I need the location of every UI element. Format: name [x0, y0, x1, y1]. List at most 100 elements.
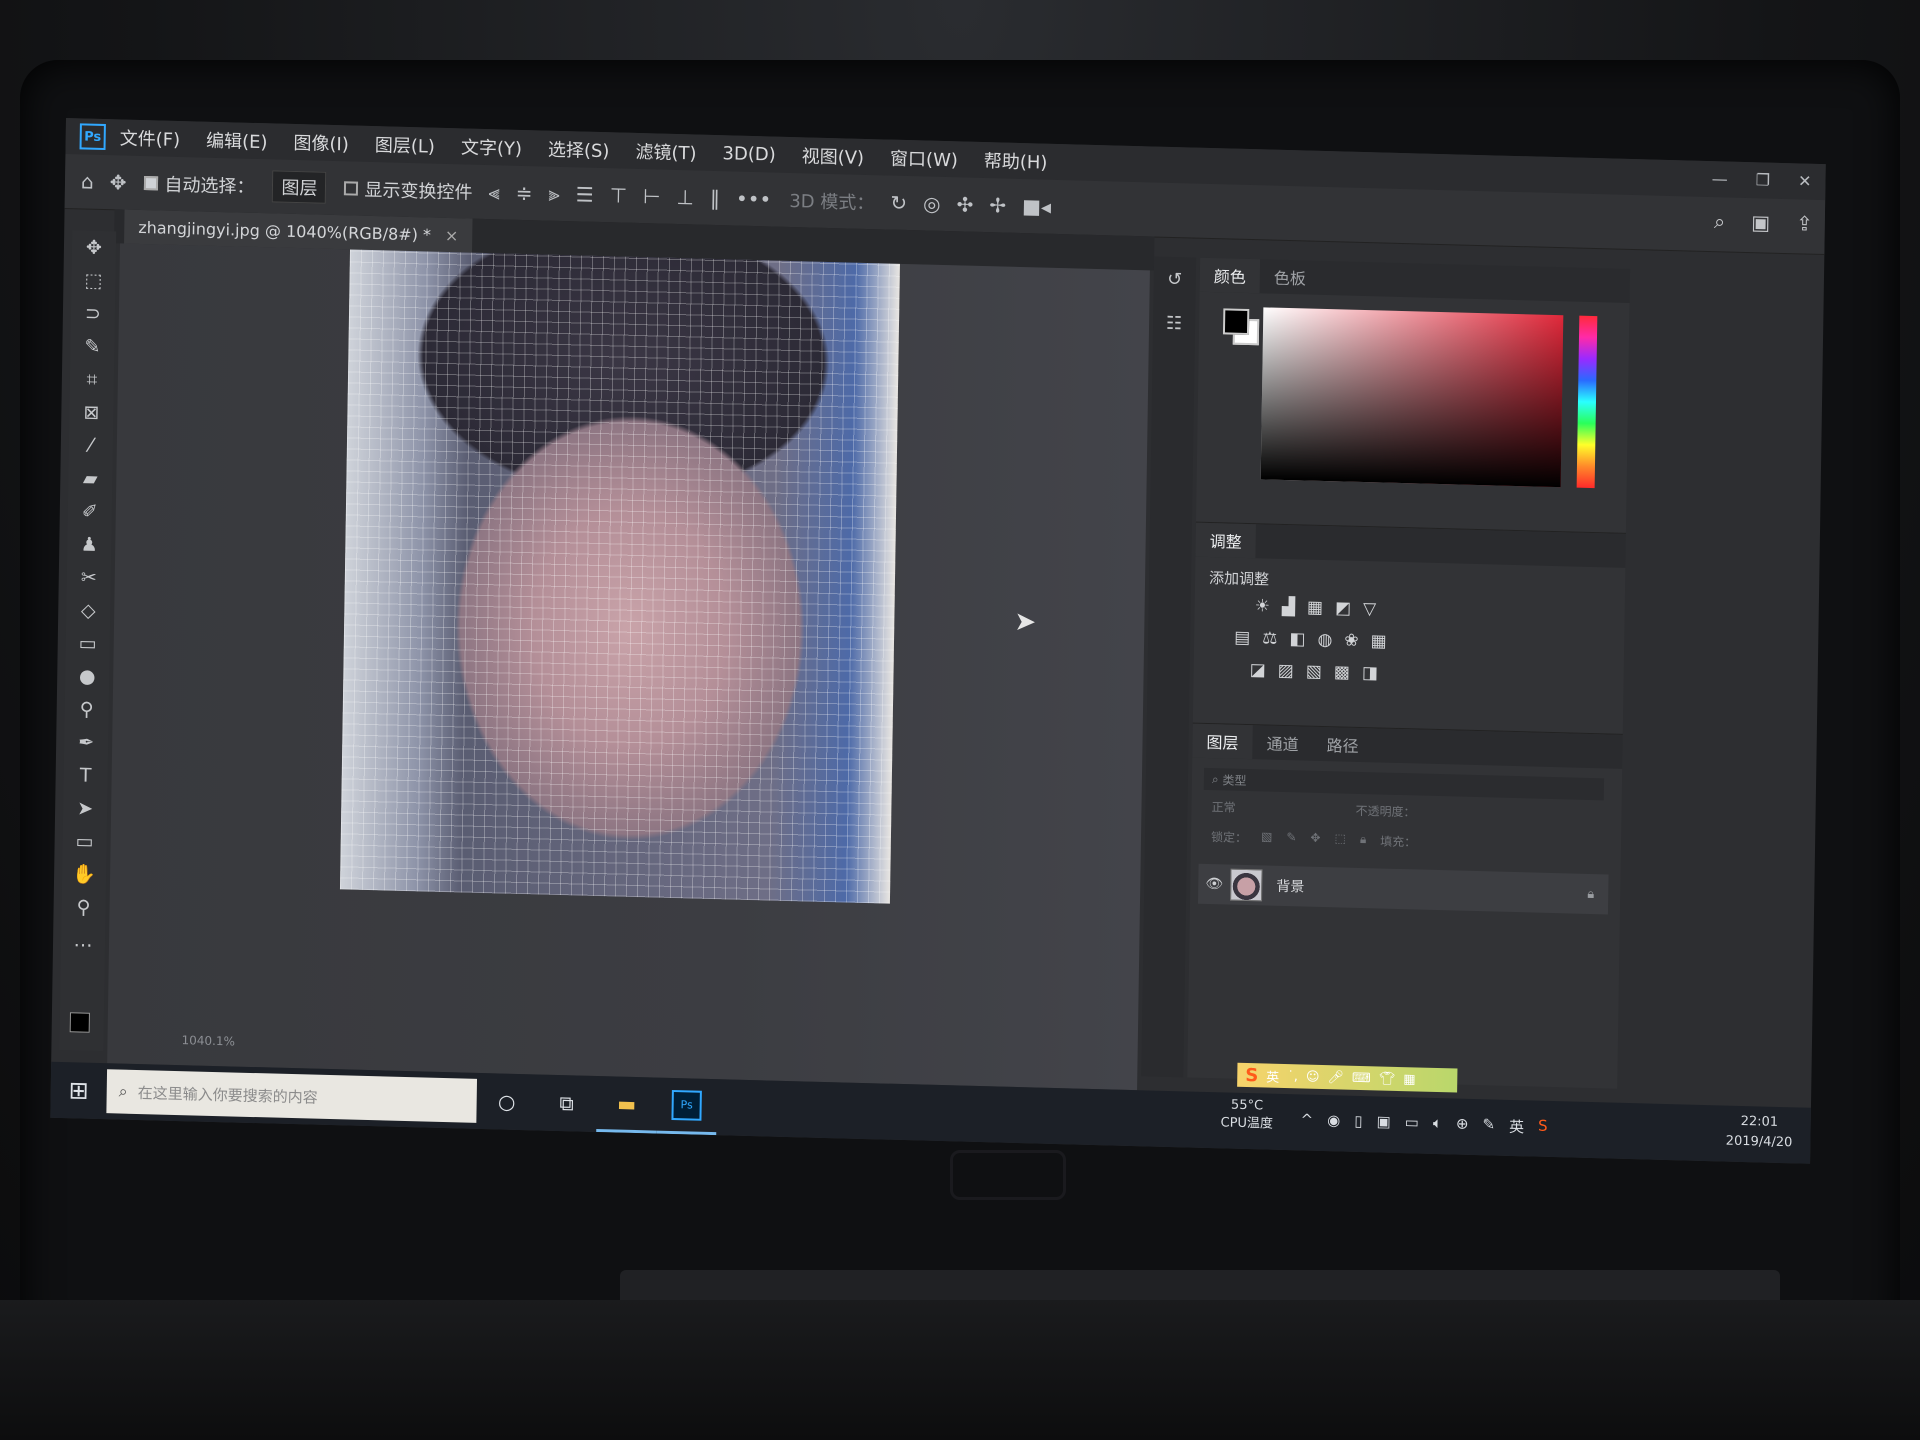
ime-skin-icon[interactable]: 👕︎	[1379, 1071, 1396, 1086]
roll-3d-icon[interactable]: ◎	[923, 191, 941, 215]
auto-select-option[interactable]: 自动选择：	[144, 170, 255, 199]
tab-color[interactable]: 颜色	[1199, 257, 1261, 294]
gradient-map-icon[interactable]: ▩	[1334, 662, 1350, 682]
start-windows-icon[interactable]: ⊞	[50, 1062, 107, 1119]
vibrance-icon[interactable]: ▽	[1363, 599, 1376, 619]
lasso-icon[interactable]: ⊃	[71, 296, 116, 330]
cortana-icon[interactable]: ○	[476, 1073, 537, 1131]
display-tray-icon[interactable]: ▣	[1376, 1112, 1390, 1133]
network-tray-icon[interactable]: ⊕	[1456, 1115, 1469, 1136]
blur-icon[interactable]: ●	[65, 659, 110, 693]
invert-icon[interactable]: ◪	[1250, 660, 1266, 680]
close-icon[interactable]: ✕	[1798, 171, 1812, 190]
menu-3d[interactable]: 3D(D)	[722, 143, 776, 165]
crop-icon[interactable]: ⌗	[70, 362, 115, 396]
color-balance-icon[interactable]: ⚖	[1262, 628, 1278, 648]
menu-select[interactable]: 选择(S)	[548, 136, 610, 164]
blend-mode-dropdown[interactable]: 正常	[1211, 798, 1235, 821]
close-document-icon[interactable]: ×	[445, 225, 459, 244]
dodge-icon[interactable]: ⚲	[64, 692, 109, 726]
usb-tray-icon[interactable]: ▯	[1354, 1112, 1363, 1133]
ime-keyboard-icon[interactable]: ⌨	[1352, 1070, 1371, 1085]
menu-layer[interactable]: 图层(L)	[375, 131, 435, 159]
layer-filter-input[interactable]: ⌕ 类型	[1203, 767, 1605, 801]
tab-paths[interactable]: 路径	[1312, 727, 1373, 763]
menu-view[interactable]: 视图(V)	[801, 142, 865, 170]
visibility-eye-icon[interactable]: 👁︎	[1198, 876, 1230, 893]
canvas-area[interactable]: ➤	[107, 243, 1150, 1091]
menu-image[interactable]: 图像(I)	[293, 129, 349, 156]
align-left-icon[interactable]: ⫷	[488, 180, 500, 204]
selective-color-icon[interactable]: ◨	[1362, 663, 1378, 683]
orbit-3d-icon[interactable]: ↻	[890, 191, 907, 215]
lock-position-icon[interactable]: ✥	[1310, 831, 1320, 848]
align-vcenter-icon[interactable]: ⊢	[643, 184, 661, 208]
move-tool-icon[interactable]: ✥	[110, 170, 127, 194]
distribute-horizontal-icon[interactable]: ‖	[710, 186, 720, 210]
hand-icon[interactable]: ✋	[62, 857, 107, 891]
rectangle-icon[interactable]: ▭	[62, 824, 107, 858]
tray-expand-icon[interactable]: ^	[1300, 1110, 1313, 1131]
taskbar-search-box[interactable]: ⌕ 在这里输入你要搜索的内容	[106, 1069, 478, 1123]
brightness-icon[interactable]: ☀	[1255, 596, 1271, 616]
pen-tray-icon[interactable]: ✎	[1482, 1115, 1495, 1136]
frame-icon[interactable]: ⊠	[69, 395, 114, 429]
home-icon[interactable]: ⌂	[81, 169, 94, 193]
menu-type[interactable]: 文字(Y)	[461, 133, 522, 161]
properties-panel-icon[interactable]: ☷	[1153, 300, 1196, 345]
distribute-vertical-icon[interactable]: ☰	[576, 182, 594, 206]
more-options-icon[interactable]: •••	[736, 187, 772, 212]
taskbar-clock[interactable]: 22:01 2019/4/20	[1726, 1112, 1793, 1154]
curves-icon[interactable]: ▦	[1307, 598, 1323, 618]
battery-tray-icon[interactable]: ▭	[1405, 1113, 1419, 1134]
hue-slider[interactable]	[1576, 315, 1598, 489]
camera-3d-icon[interactable]: ■◂	[1022, 194, 1051, 219]
photoshop-task-button[interactable]: Ps	[656, 1077, 718, 1136]
show-transform-checkbox[interactable]	[344, 181, 359, 196]
ime-voice-icon[interactable]: 🎤︎	[1327, 1070, 1344, 1085]
ime-tools-icon[interactable]: ▦	[1403, 1072, 1416, 1087]
black-white-icon[interactable]: ◧	[1289, 629, 1305, 649]
posterize-icon[interactable]: ▨	[1278, 661, 1294, 681]
color-lookup-icon[interactable]: ▦	[1370, 631, 1386, 651]
menu-filter[interactable]: 滤镜(T)	[635, 138, 696, 166]
drag-3d-icon[interactable]: ✣	[956, 192, 973, 216]
slide-3d-icon[interactable]: ✢	[989, 193, 1006, 217]
file-explorer-icon[interactable]: ▬	[596, 1076, 658, 1134]
zoom-icon[interactable]: ⚲	[61, 890, 106, 924]
tray-language[interactable]: 英	[1509, 1116, 1524, 1137]
sogou-logo-icon[interactable]: S	[1245, 1064, 1258, 1085]
pen-icon[interactable]: ✒	[64, 725, 109, 759]
layer-row-background[interactable]: 👁︎ 背景 🔒︎	[1197, 863, 1609, 915]
ime-language[interactable]: 英	[1266, 1066, 1279, 1085]
hue-saturation-icon[interactable]: ▤	[1234, 628, 1250, 648]
marquee-icon[interactable]: ⬚	[71, 263, 116, 297]
more-tools-icon[interactable]: …	[61, 923, 106, 957]
minimize-icon[interactable]: —	[1712, 169, 1728, 188]
align-hcenter-icon[interactable]: ≑	[516, 181, 533, 205]
eraser-icon[interactable]: ◇	[66, 593, 111, 627]
path-select-icon[interactable]: ➤	[63, 791, 108, 825]
healing-brush-icon[interactable]: ▰	[68, 461, 113, 495]
history-panel-icon[interactable]: ↺	[1153, 257, 1196, 302]
move-icon[interactable]: ✥	[72, 230, 117, 264]
auto-select-checkbox[interactable]	[144, 176, 159, 191]
quick-select-icon[interactable]: ✎	[70, 329, 115, 363]
align-bottom-icon[interactable]: ⊥	[676, 185, 694, 209]
type-icon[interactable]: T	[63, 758, 108, 792]
exposure-icon[interactable]: ◩	[1335, 598, 1351, 618]
tab-layers[interactable]: 图层	[1192, 723, 1253, 760]
align-right-icon[interactable]: ⫸	[548, 182, 560, 206]
menu-help[interactable]: 帮助(H)	[984, 147, 1048, 175]
photo-filter-icon[interactable]: ◍	[1317, 630, 1332, 650]
volume-tray-icon[interactable]: 🔈︎	[1433, 1114, 1442, 1135]
channel-mixer-icon[interactable]: ❀	[1344, 631, 1359, 651]
auto-select-dropdown[interactable]: 图层	[272, 170, 327, 204]
clone-stamp-icon[interactable]: ♟	[67, 527, 112, 561]
gradient-icon[interactable]: ▭	[66, 626, 111, 660]
lock-all-icon[interactable]: 🔒︎	[1360, 832, 1367, 849]
sogou-tray-icon[interactable]: S	[1538, 1117, 1548, 1138]
color-picker-field[interactable]	[1260, 307, 1564, 488]
show-transform-option[interactable]: 显示变换控件	[344, 175, 473, 204]
ime-emoji-icon[interactable]: ☺	[1306, 1069, 1320, 1084]
